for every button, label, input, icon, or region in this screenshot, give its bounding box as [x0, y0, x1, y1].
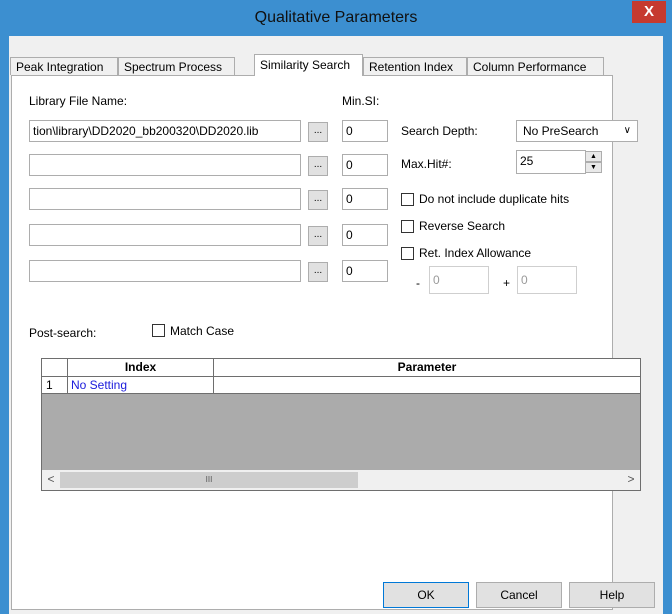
browse-button-5[interactable]: ...: [308, 262, 328, 282]
spin-down-icon[interactable]: ▼: [585, 162, 602, 173]
match-case-label: Match Case: [170, 324, 235, 338]
ok-button[interactable]: OK: [383, 582, 469, 608]
browse-button-4[interactable]: ...: [308, 226, 328, 246]
library-file-label: Library File Name:: [29, 94, 128, 108]
tab-spectrum-process[interactable]: Spectrum Process: [118, 57, 235, 75]
post-search-label: Post-search:: [29, 326, 97, 340]
ret-index-allowance-label: Ret. Index Allowance: [419, 246, 532, 260]
browse-button-2[interactable]: ...: [308, 156, 328, 176]
min-si-label: Min.SI:: [342, 94, 380, 108]
cancel-button[interactable]: Cancel: [476, 582, 562, 608]
no-duplicates-checkbox[interactable]: [401, 193, 414, 206]
max-hit-spinner: ▲ ▼: [585, 151, 602, 173]
grid-header-parameter[interactable]: Parameter: [214, 359, 640, 377]
tab-similarity-search[interactable]: Similarity Search: [254, 54, 363, 76]
allowance-plus-label: +: [503, 276, 511, 290]
library-path-input-1[interactable]: tion\library\DD2020_bb200320\DD2020.lib: [29, 120, 301, 142]
help-button[interactable]: Help: [569, 582, 655, 608]
allowance-plus-input[interactable]: 0: [517, 266, 577, 294]
grid-horizontal-scrollbar[interactable]: < III >: [42, 470, 640, 490]
browse-button-3[interactable]: ...: [308, 190, 328, 210]
max-hit-input[interactable]: 25: [516, 150, 586, 174]
ret-index-allowance-checkbox[interactable]: [401, 247, 414, 260]
scroll-right-icon[interactable]: >: [622, 470, 640, 490]
grid-corner-header: [42, 359, 68, 377]
library-path-input-4[interactable]: [29, 224, 301, 246]
title-bar: Qualitative Parameters X: [0, 0, 672, 36]
reverse-search-label: Reverse Search: [419, 219, 506, 233]
search-depth-label: Search Depth:: [401, 124, 478, 138]
tab-peak-integration[interactable]: Peak Integration: [10, 57, 118, 75]
min-si-input-3[interactable]: 0: [342, 188, 388, 210]
scrollbar-thumb[interactable]: III: [60, 472, 358, 488]
dialog-window: Qualitative Parameters X Peak Integratio…: [0, 0, 672, 614]
close-button[interactable]: X: [632, 1, 666, 23]
allowance-minus-input[interactable]: 0: [429, 266, 489, 294]
search-depth-value: No PreSearch: [523, 124, 599, 138]
library-path-input-2[interactable]: [29, 154, 301, 176]
grid-row-number: 1: [42, 377, 68, 394]
match-case-checkbox[interactable]: [152, 324, 165, 337]
library-path-input-3[interactable]: [29, 188, 301, 210]
tab-retention-index[interactable]: Retention Index: [363, 57, 467, 75]
scroll-left-icon[interactable]: <: [42, 470, 60, 490]
min-si-input-1[interactable]: 0: [342, 120, 388, 142]
min-si-input-2[interactable]: 0: [342, 154, 388, 176]
tab-gap: [236, 57, 254, 75]
reverse-search-checkbox[interactable]: [401, 220, 414, 233]
grid-header-index[interactable]: Index: [68, 359, 214, 377]
tab-column-performance[interactable]: Column Performance: [467, 57, 604, 75]
dialog-client: Peak Integration Spectrum Process Simila…: [9, 36, 663, 614]
post-search-grid: Index Parameter 1 No Setting < III >: [41, 358, 641, 491]
chevron-down-icon: ∨: [623, 125, 631, 136]
browse-button-1[interactable]: ...: [308, 122, 328, 142]
no-duplicates-label: Do not include duplicate hits: [419, 192, 570, 206]
min-si-input-5[interactable]: 0: [342, 260, 388, 282]
window-title: Qualitative Parameters: [254, 9, 418, 26]
grid-cell-parameter[interactable]: [214, 377, 640, 394]
search-depth-select[interactable]: No PreSearch ∨: [516, 120, 638, 142]
allowance-minus-label: -: [416, 276, 420, 290]
grid-cell-index[interactable]: No Setting: [68, 377, 214, 394]
spin-up-icon[interactable]: ▲: [585, 151, 602, 162]
min-si-input-4[interactable]: 0: [342, 224, 388, 246]
library-path-input-5[interactable]: [29, 260, 301, 282]
max-hit-label: Max.Hit#:: [401, 157, 452, 171]
